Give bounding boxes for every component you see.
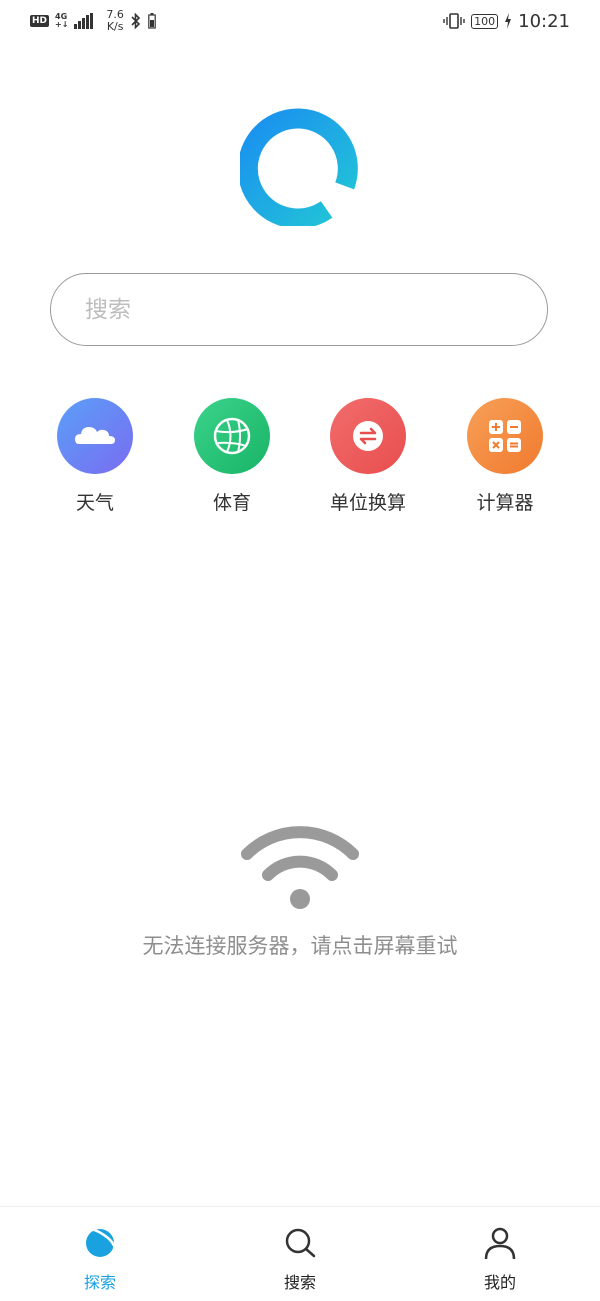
bottom-nav: 探索 搜索 我的 xyxy=(0,1206,600,1301)
nav-mine[interactable]: 我的 xyxy=(460,1225,540,1293)
swap-arrows-icon xyxy=(330,398,406,474)
wifi-icon xyxy=(241,826,359,909)
planet-icon xyxy=(85,1227,117,1258)
shortcut-calculator-label: 计算器 xyxy=(476,492,534,514)
battery-small-icon xyxy=(148,13,156,29)
search-input[interactable] xyxy=(83,274,517,346)
clock: 10:21 xyxy=(518,10,570,32)
weather-icon xyxy=(57,398,133,474)
connection-error-message[interactable]: 无法连接服务器，请点击屏幕重试 xyxy=(0,930,600,960)
bluetooth-icon xyxy=(131,12,141,30)
nav-search[interactable]: 搜索 xyxy=(260,1225,340,1293)
nav-explore-label: 探索 xyxy=(83,1273,116,1292)
net-speed-unit: K/s xyxy=(106,20,124,33)
charging-icon xyxy=(505,13,512,29)
nav-search-label: 搜索 xyxy=(283,1273,316,1292)
vibrate-icon xyxy=(443,13,465,29)
search-bar[interactable] xyxy=(50,273,548,346)
network-activity: +↓ xyxy=(55,20,69,29)
user-icon xyxy=(484,1227,516,1260)
battery-level: 100 xyxy=(471,13,499,29)
status-bar: HD 4G +↓ 7.6 K/s 100 10:21 xyxy=(0,0,600,42)
network-type: 4G +↓ xyxy=(55,13,68,29)
app-logo-icon xyxy=(240,108,358,226)
shortcut-unit-conversion[interactable]: 单位换算 xyxy=(308,398,428,515)
shortcut-sports-label: 体育 xyxy=(212,492,251,514)
basketball-icon xyxy=(194,398,270,474)
shortcut-weather-label: 天气 xyxy=(75,492,114,514)
shortcut-weather[interactable]: 天气 xyxy=(35,398,155,515)
calculator-icon xyxy=(467,398,543,474)
search-icon xyxy=(285,1228,316,1258)
nav-explore[interactable]: 探索 xyxy=(60,1225,140,1293)
status-right: 100 10:21 xyxy=(443,8,570,34)
shortcut-unit-conversion-label: 单位换算 xyxy=(329,492,406,514)
nav-mine-label: 我的 xyxy=(483,1273,516,1292)
status-left: HD 4G +↓ 7.6 K/s xyxy=(30,8,156,34)
net-speed: 7.6 K/s xyxy=(106,9,124,33)
signal-icon xyxy=(74,13,94,29)
shortcut-sports[interactable]: 体育 xyxy=(172,398,292,515)
hd-badge: HD xyxy=(30,15,50,27)
shortcut-calculator[interactable]: 计算器 xyxy=(445,398,565,515)
